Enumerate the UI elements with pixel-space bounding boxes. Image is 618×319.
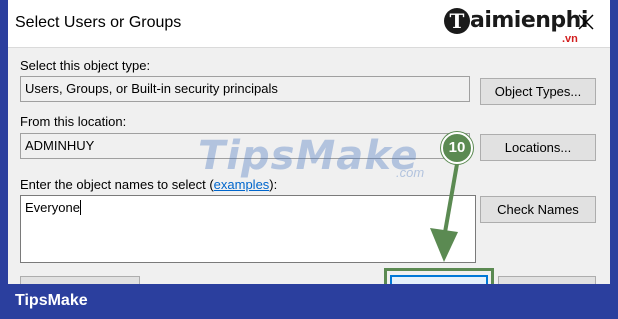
object-names-label-prefix: Enter the object names to select ( bbox=[20, 177, 214, 192]
object-names-label: Enter the object names to select (exampl… bbox=[20, 177, 277, 192]
close-icon[interactable] bbox=[574, 10, 598, 34]
frame-left-border bbox=[0, 0, 8, 319]
check-names-button[interactable]: Check Names bbox=[480, 196, 596, 223]
title-bar: Select Users or Groups T aimienphi .vn bbox=[8, 0, 610, 48]
text-caret bbox=[79, 200, 81, 215]
object-types-button[interactable]: Object Types... bbox=[480, 78, 596, 105]
watermark-text: TipsMake bbox=[198, 133, 419, 179]
frame-right-border bbox=[610, 0, 618, 319]
locations-button[interactable]: Locations... bbox=[480, 134, 596, 161]
brand-logo-name: aimienphi bbox=[470, 8, 588, 33]
object-names-label-suffix: ): bbox=[269, 177, 278, 192]
brand-logo-initial: T bbox=[444, 8, 470, 34]
window-title: Select Users or Groups bbox=[15, 14, 182, 31]
object-type-field: Users, Groups, or Built-in security prin… bbox=[20, 76, 470, 102]
select-users-dialog: Select Users or Groups T aimienphi .vn S… bbox=[8, 0, 610, 290]
footer-banner: TipsMake bbox=[0, 284, 618, 319]
brand-logo: T aimienphi .vn bbox=[444, 8, 594, 46]
footer-brand-text: TipsMake bbox=[15, 292, 88, 309]
step-number-badge: 10 bbox=[441, 132, 473, 164]
watermark-suffix: .com bbox=[396, 165, 425, 180]
object-names-value: Everyone bbox=[25, 200, 80, 215]
object-names-input[interactable]: Everyone bbox=[20, 195, 476, 263]
object-type-label: Select this object type: bbox=[20, 58, 151, 73]
brand-logo-tld: .vn bbox=[562, 33, 578, 45]
location-label: From this location: bbox=[20, 114, 127, 129]
examples-link[interactable]: examples bbox=[214, 177, 270, 192]
